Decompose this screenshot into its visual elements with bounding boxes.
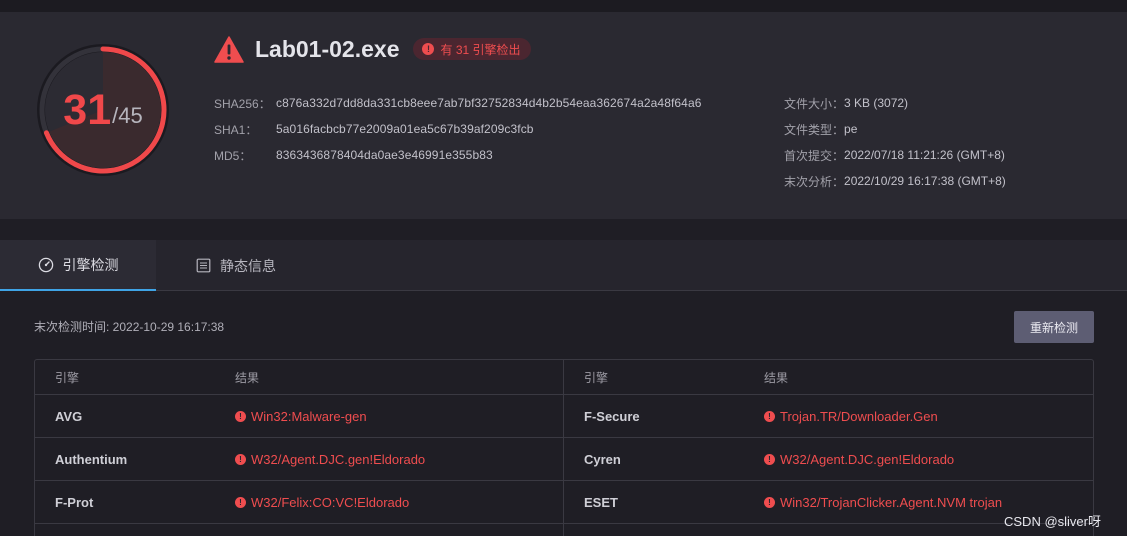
result-cell: ! W32/Agent.DJC.gen!Eldorado (764, 452, 954, 467)
table-row: F-Prot ! W32/Felix:CO:VC!Eldorado (35, 481, 563, 524)
alert-circle-icon: ! (764, 410, 775, 422)
hash-list: SHA256： c876a332d7dd8da331cb8eee7ab7bf32… (214, 90, 702, 168)
hash-row: MD5： 8363436878404da0ae3e46991e355b83 (214, 142, 702, 168)
top-strip (0, 0, 1127, 12)
file-meta-list: 文件大小： 3 KB (3072) 文件类型： pe 首次提交： 2022/07… (784, 90, 1006, 194)
meta-value: pe (844, 122, 858, 136)
engine-name: AVG (55, 408, 83, 424)
tab-static-info[interactable]: 静态信息 (181, 240, 291, 291)
document-icon (196, 258, 211, 273)
engine-total: /45 (112, 103, 143, 128)
hash-value: c876a332d7dd8da331cb8eee7ab7bf32752834d4… (276, 96, 702, 110)
engine-name: Authentium (55, 451, 128, 467)
hash-label: SHA256： (214, 96, 271, 111)
meta-row: 首次提交： 2022/07/18 11:21:26 (GMT+8) (784, 142, 1006, 168)
hash-value: 8363436878404da0ae3e46991e355b83 (276, 148, 493, 162)
header-engine: 引擎 (584, 370, 609, 385)
header-engine: 引擎 (55, 370, 80, 385)
meta-value: 2022/07/18 11:21:26 (GMT+8) (844, 148, 1005, 162)
table-header: 引擎 结果 (35, 360, 563, 395)
file-summary-panel: 31 /45 Lab01-02.exe ! 有 31 引擎检出 SHA256： … (0, 12, 1127, 219)
warning-triangle-icon (214, 35, 246, 63)
alert-circle-icon: ! (235, 453, 246, 465)
meta-value: 3 KB (3072) (844, 96, 909, 110)
meta-row: 文件大小： 3 KB (3072) (784, 90, 1006, 116)
result-cell: ! W32/Felix:CO:VC!Eldorado (235, 495, 409, 510)
detection-badge: ! 有 31 引擎检出 (413, 38, 531, 60)
file-title-row: Lab01-02.exe ! 有 31 引擎检出 (214, 34, 531, 64)
score-text: 31 /45 (33, 40, 173, 180)
engine-name: F-Secure (584, 408, 640, 424)
header-result: 结果 (764, 370, 789, 385)
hash-label: SHA1： (214, 122, 258, 137)
alert-circle-icon: ! (764, 453, 775, 465)
table-row: Authentium ! W32/Agent.DJC.gen!Eldorado (35, 438, 563, 481)
meta-label: 文件大小： (784, 96, 845, 111)
alert-circle-icon: ! (422, 43, 435, 55)
hash-label: MD5： (214, 148, 252, 163)
badge-label: 有 31 引擎检出 (440, 42, 521, 57)
result-cell: ! W32/Agent.DJC.gen!Eldorado (235, 452, 425, 467)
result-text: Trojan.TR/Downloader.Gen (780, 408, 938, 424)
recheck-button[interactable]: 重新检测 (1014, 311, 1094, 343)
result-cell: ! Win32:Malware-gen (235, 409, 367, 424)
engine-name: ESET (584, 494, 618, 510)
engine-name: F-Prot (55, 494, 94, 510)
table-row: AVG ! Win32:Malware-gen (35, 395, 563, 438)
tab-engine-detection[interactable]: 引擎检测 (0, 240, 156, 291)
hash-value: 5a016facbcb77e2009a01ea5c67b39af209c3fcb (276, 122, 534, 136)
table-header: 引擎 结果 (564, 360, 1093, 395)
last-check-time: 末次检测时间: 2022-10-29 16:17:38 (34, 320, 225, 334)
result-text: W32/Agent.DJC.gen!Eldorado (780, 451, 955, 467)
result-text: Win32/TrojanClicker.Agent.NVM trojan (780, 494, 1003, 510)
result-cell: ! Win32/TrojanClicker.Agent.NVM trojan (764, 495, 1002, 510)
alert-circle-icon: ! (764, 496, 775, 508)
meta-label: 末次分析： (784, 174, 845, 189)
result-text: W32/Agent.DJC.gen!Eldorado (251, 451, 426, 467)
engine-name: Cyren (584, 451, 621, 467)
table-row: Cyren ! W32/Agent.DJC.gen!Eldorado (564, 438, 1093, 481)
header-result: 结果 (235, 370, 260, 385)
results-column-right: 引擎 结果 F-Secure ! Trojan.TR/Downloader.Gen… (564, 360, 1093, 536)
tab-bar: 引擎检测 静态信息 (0, 240, 1127, 291)
meta-value: 2022/10/29 16:17:38 (GMT+8) (844, 174, 1006, 188)
detected-count: 31 (63, 85, 112, 134)
result-cell: ! Trojan.TR/Downloader.Gen (764, 409, 938, 424)
result-text: Win32:Malware-gen (251, 408, 367, 424)
alert-circle-icon: ! (235, 410, 246, 422)
tab-label: 静态信息 (220, 257, 276, 274)
meta-label: 首次提交： (784, 148, 845, 163)
alert-circle-icon: ! (235, 496, 246, 508)
csdn-watermark: CSDN @sliver呀 (1004, 514, 1101, 529)
file-name: Lab01-02.exe (255, 35, 400, 62)
gauge-icon (38, 257, 54, 273)
table-row: F-Secure ! Trojan.TR/Downloader.Gen (564, 395, 1093, 438)
engine-results-table: 引擎 结果 AVG ! Win32:Malware-gen Authentium … (34, 359, 1094, 536)
meta-row: 末次分析： 2022/10/29 16:17:38 (GMT+8) (784, 168, 1006, 194)
results-column-left: 引擎 结果 AVG ! Win32:Malware-gen Authentium … (35, 360, 564, 536)
detection-gauge: 31 /45 (33, 40, 173, 180)
meta-label: 文件类型： (784, 122, 845, 137)
tab-label: 引擎检测 (62, 256, 119, 273)
meta-row: 文件类型： pe (784, 116, 1006, 142)
result-text: W32/Felix:CO:VC!Eldorado (251, 494, 410, 510)
hash-row: SHA256： c876a332d7dd8da331cb8eee7ab7bf32… (214, 90, 702, 116)
hash-row: SHA1： 5a016facbcb77e2009a01ea5c67b39af20… (214, 116, 702, 142)
